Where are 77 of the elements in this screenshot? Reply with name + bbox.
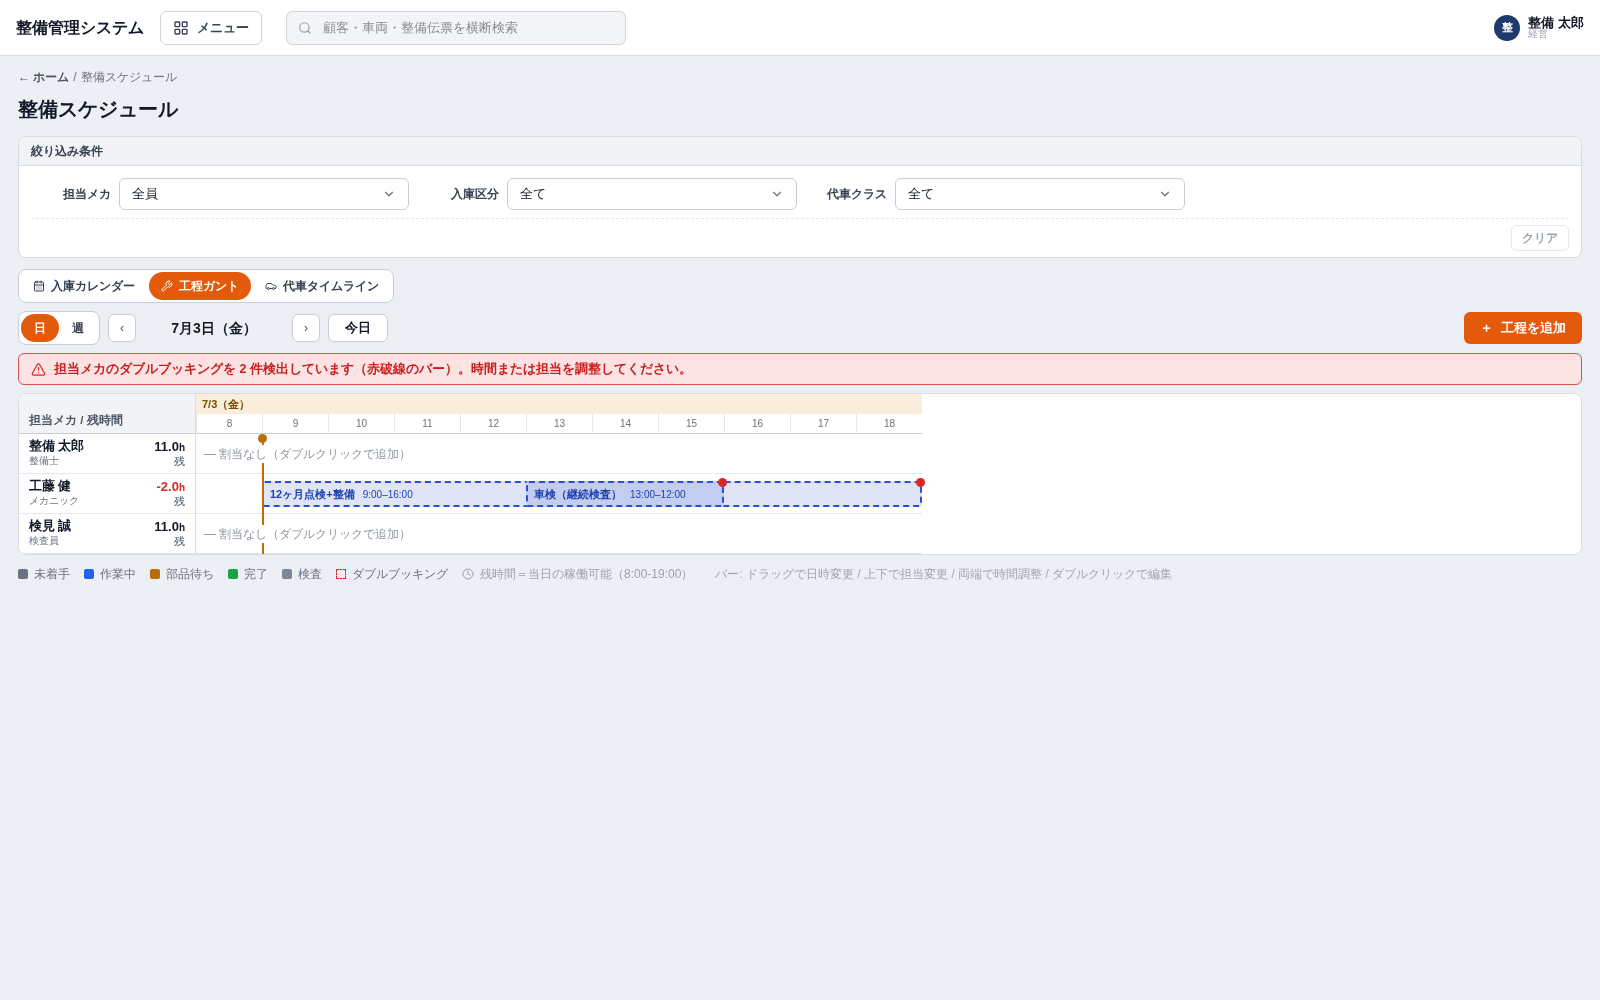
breadcrumb-current: 整備スケジュール xyxy=(80,69,177,86)
mechanic-role: 検査員 xyxy=(29,535,60,548)
hours-unit: h xyxy=(178,521,185,534)
warning-icon xyxy=(31,361,46,377)
wrench-icon xyxy=(161,280,173,292)
mechanic-role: メカニック xyxy=(29,495,79,508)
dashed-box-icon xyxy=(336,569,346,579)
remaining-hours: -2.0 xyxy=(156,478,179,495)
view-tab[interactable]: 工程ガント xyxy=(149,272,251,300)
hours-unit: h xyxy=(178,481,185,494)
car-icon xyxy=(265,280,277,292)
hour-label: 8 xyxy=(226,417,233,431)
task-bar[interactable]: 12ヶ月点検+整備 9:00–16:00 車検（継続検査） 13:00–12:00 xyxy=(262,481,922,507)
mechanic-name: 検見 誠 xyxy=(29,519,72,536)
legend-note: 残時間＝当日の稼働可能（8:00-19:00） xyxy=(480,566,694,583)
legend-label: 部品待ち xyxy=(166,566,214,583)
filter-select[interactable]: 全員 xyxy=(119,178,409,210)
legend-label: 作業中 xyxy=(100,566,136,583)
task-time: 9:00–16:00 xyxy=(362,487,413,502)
view-tab[interactable]: 入庫カレンダー xyxy=(21,272,147,300)
menu-button[interactable]: メニュー xyxy=(160,10,262,45)
hour-label: 17 xyxy=(817,417,830,431)
filter-select[interactable]: 全て xyxy=(507,178,797,210)
search-field[interactable]: 顧客・車両・整備伝票を横断検索 xyxy=(286,10,626,45)
remaining-label: 残 xyxy=(174,534,185,549)
filter-title: 絞り込み条件 xyxy=(31,143,103,160)
filter-label: 代車クラス xyxy=(826,186,887,203)
mechanic-name: 工藤 健 xyxy=(29,479,73,496)
page-title: 整備スケジュール xyxy=(18,97,180,122)
remaining-hours: 11.0 xyxy=(154,518,179,535)
hour-label: 12 xyxy=(487,417,500,431)
add-process-button[interactable]: ＋ 工程を追加 xyxy=(1464,312,1582,344)
user-name: 整備 太郎 xyxy=(1528,16,1584,29)
search-icon xyxy=(298,20,312,35)
hour-label: 13 xyxy=(553,417,566,431)
today-button[interactable]: 今日 xyxy=(328,314,388,342)
filter-select[interactable]: 全て xyxy=(895,178,1185,210)
task-title: 車検（継続検査） xyxy=(534,486,622,502)
hour-label: 18 xyxy=(883,417,896,431)
alert-message: 担当メカのダブルブッキングを 2 件検出しています（赤破線のバー）。時間または担当を調整してください。 xyxy=(54,360,692,378)
user-role: 経営 xyxy=(1528,29,1549,39)
calendar-icon xyxy=(33,280,45,292)
legend-label: 未着手 xyxy=(34,566,70,583)
hour-label: 14 xyxy=(619,417,632,431)
hour-label: 15 xyxy=(685,417,698,431)
hours-unit: h xyxy=(178,441,185,454)
gantt-date: 7/3（金） xyxy=(202,396,251,412)
remaining-label: 残 xyxy=(174,454,185,469)
hour-label: 11 xyxy=(422,417,433,431)
hour-label: 10 xyxy=(355,417,368,431)
previous-button[interactable]: ‹ xyxy=(108,314,136,342)
clock-icon xyxy=(462,568,474,580)
range-option[interactable]: 週 xyxy=(59,314,97,342)
grid-icon xyxy=(173,19,189,36)
hour-label: 16 xyxy=(751,417,764,431)
remaining-label: 残 xyxy=(174,494,185,509)
mechanic-name: 整備 太郎 xyxy=(29,439,85,456)
legend-label: 完了 xyxy=(244,566,268,583)
column-header: 担当メカ / 残時間 xyxy=(29,412,123,428)
view-tab[interactable]: 代車タイムライン xyxy=(253,272,391,300)
app-title: 整備管理システム xyxy=(16,17,144,38)
legend-label: 検査 xyxy=(298,566,322,583)
breadcrumb-separator: / xyxy=(73,69,77,86)
remaining-hours: 11.0 xyxy=(154,438,179,455)
mechanic-role: 整備士 xyxy=(29,455,60,468)
next-button[interactable]: › xyxy=(292,314,320,342)
task-time: 13:00–12:00 xyxy=(630,487,686,502)
range-option[interactable]: 日 xyxy=(21,314,59,342)
task-bar[interactable]: 車検（継続検査） 13:00–12:00 xyxy=(526,481,724,507)
filter-label: 入庫区分 xyxy=(450,186,499,203)
legend-label: ダブルブッキング xyxy=(352,566,448,583)
user-avatar[interactable]: 整 xyxy=(1494,14,1521,41)
back-link[interactable]: ← ホーム xyxy=(18,68,70,86)
current-date: 7月3日（金） xyxy=(170,318,258,338)
task-title: 12ヶ月点検+整備 xyxy=(270,486,355,502)
hour-label: 9 xyxy=(292,417,299,431)
filter-label: 担当メカ xyxy=(62,186,111,203)
